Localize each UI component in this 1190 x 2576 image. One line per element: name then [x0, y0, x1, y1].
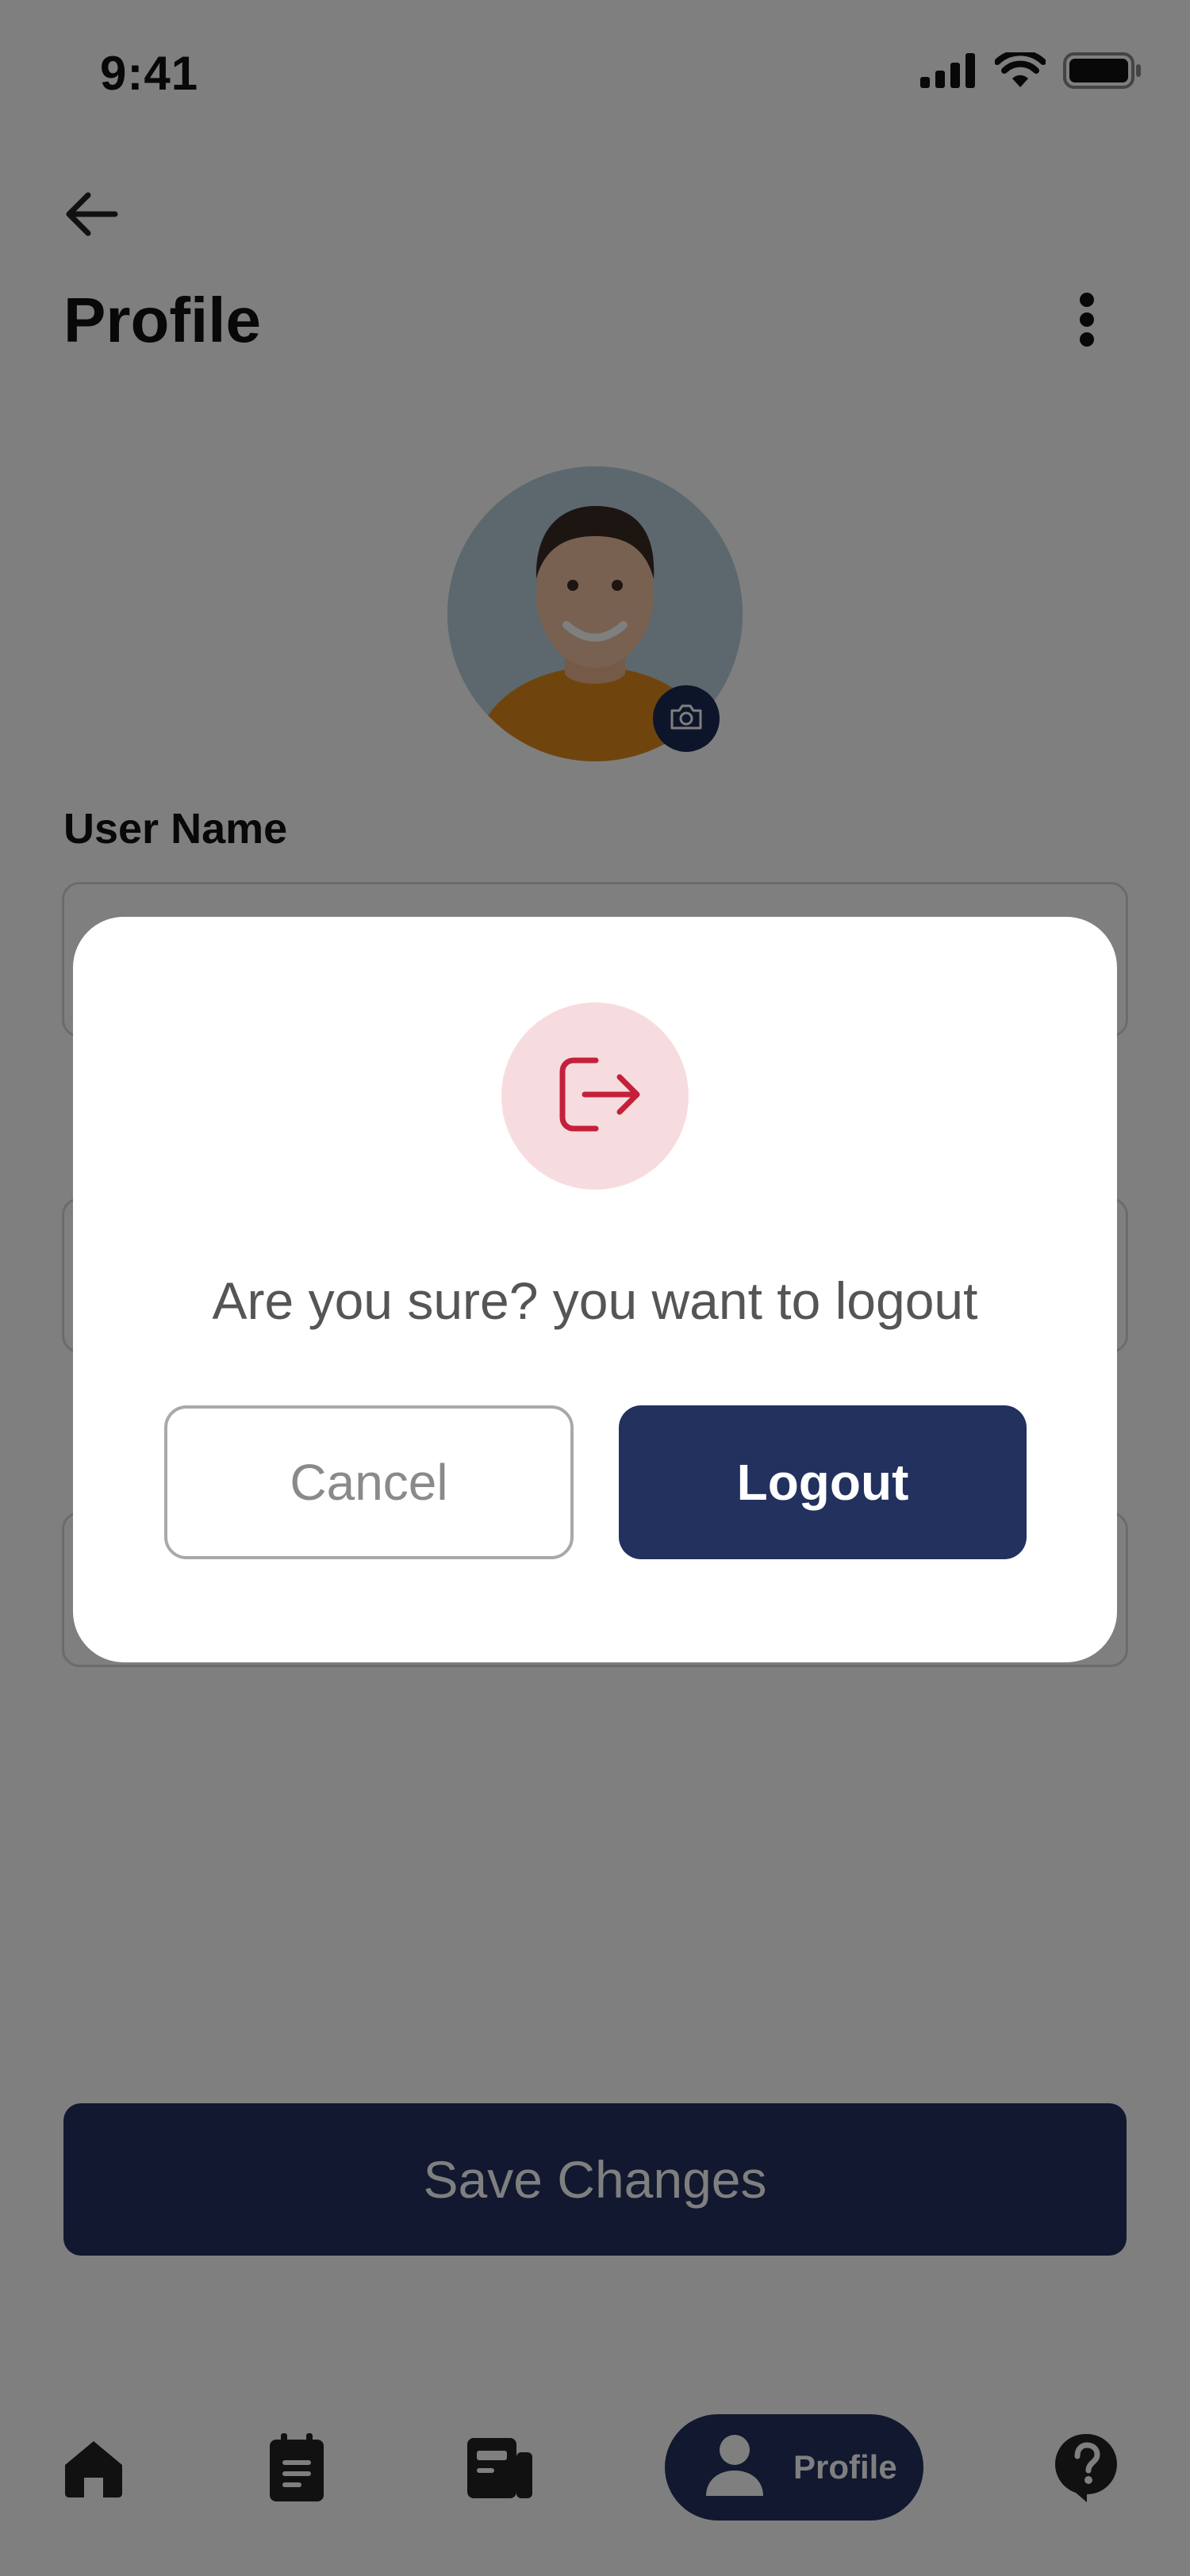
logout-dialog: Are you sure? you want to logout Cancel … — [73, 917, 1117, 1662]
logout-message: Are you sure? you want to logout — [212, 1271, 978, 1330]
logout-button[interactable]: Logout — [619, 1405, 1027, 1559]
cancel-button[interactable]: Cancel — [164, 1405, 574, 1559]
logout-icon — [543, 1043, 647, 1150]
logout-icon-badge — [501, 1002, 689, 1190]
